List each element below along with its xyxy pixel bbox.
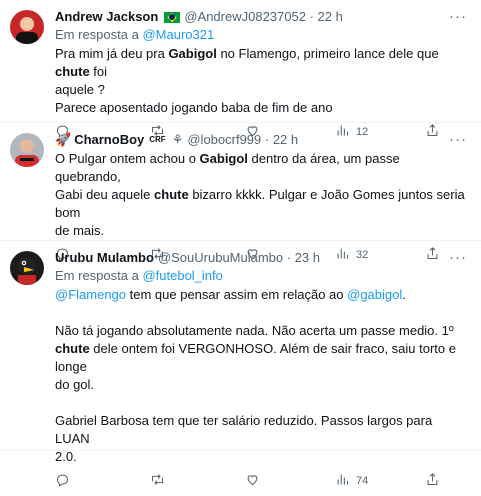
keyword-highlight: Gabigol [199,151,248,166]
share-button[interactable] [425,472,440,490]
tweet-text-line: aquele ? [55,81,469,99]
views-button[interactable]: 74 [335,472,425,490]
text-segment: aquele ? [55,82,105,97]
text-segment: O Pulgar ontem achou o [55,151,200,166]
tweet-actions: 74 [55,466,469,496]
brazil-flag-icon [164,11,181,23]
text-segment: Pra mim já deu pra [55,46,169,61]
share-icon [425,472,440,490]
tweet-header: Urubu Mulambo @SouUrubuMulambo · 23 h [55,249,469,267]
retweet-icon [150,472,165,490]
retweet-button[interactable] [150,472,245,490]
reply-icon [55,472,70,490]
mention-link[interactable]: @gabigol [347,287,402,302]
like-button[interactable] [245,472,335,490]
reply-context: Em resposta a @Mauro321 [55,26,469,44]
text-segment: 2.0. [55,449,77,464]
keyword-highlight: chute [154,187,189,202]
tweet-text-line: Pra mim já deu pra Gabigol no Flamengo, … [55,45,469,81]
tweet-text-line: Gabriel Barbosa tem que ter salário redu… [55,412,469,448]
more-options-icon[interactable]: ··· [449,249,467,266]
tweet-text-line: Parece aposentado jogando baba de fim de… [55,99,469,117]
mention-link[interactable]: @Flamengo [55,287,126,302]
keyword-highlight: chute [55,64,90,79]
tweet-text: O Pulgar ontem achou o Gabigol dentro da… [55,150,469,240]
tweet-text-line: Não tá jogando absolutamente nada. Não a… [55,322,469,340]
handle[interactable]: @AndrewJ08237052 [184,8,306,26]
heart-icon [245,472,260,490]
text-segment: Parece aposentado jogando baba de fim de… [55,100,333,115]
tweet-header: 🚀 CharnoBoy CRF ⚘ @lobocrf999 · 22 h [55,131,469,149]
tweet-text-line [55,394,469,412]
keyword-highlight: chute [55,341,90,356]
more-options-icon[interactable]: ··· [449,8,467,25]
tweet-text: @Flamengo tem que pensar assim em relaçã… [55,286,469,466]
display-name[interactable]: Urubu Mulambo [55,249,154,267]
text-segment: Gabriel Barbosa tem que ter salário redu… [55,413,433,446]
reply-context: Em resposta a @futebol_info [55,267,469,285]
handle[interactable]: @SouUrubuMulambo [158,249,283,267]
timestamp[interactable]: 23 h [295,249,320,267]
text-segment: foi [89,64,108,79]
rocket-icon: 🚀 [55,132,72,147]
text-segment: dele ontem foi VERGONHOSO. Além de sair … [55,341,456,374]
tweet-text: Pra mim já deu pra Gabigol no Flamengo, … [55,45,469,117]
tweet-text-line: @Flamengo tem que pensar assim em relaçã… [55,286,469,304]
tweet[interactable]: 🚀 CharnoBoy CRF ⚘ @lobocrf999 · 22 h ··· O Pu… [0,123,481,261]
tweet-text-line [55,304,469,322]
timestamp[interactable]: 22 h [318,8,343,26]
display-name[interactable]: Andrew Jackson [55,8,158,26]
avatar[interactable] [10,251,44,285]
views-icon [335,472,350,490]
tweet-text-line: de mais. [55,222,469,240]
tweet-text-line: chute dele ontem foi VERGONHOSO. Além de… [55,340,469,376]
tweet[interactable]: Urubu Mulambo @SouUrubuMulambo · 23 h ···… [0,241,481,487]
reply-to-link[interactable]: @Mauro321 [142,27,214,42]
tweet[interactable]: Andrew Jackson @AndrewJ08237052 · 22 h ··… [0,0,481,138]
handle[interactable]: @lobocrf999 [187,131,261,149]
text-segment: no Flamengo, primeiro lance dele que [216,46,439,61]
text-segment: do gol. [55,377,95,392]
reply-to-link[interactable]: @futebol_info [142,268,222,283]
reply-button[interactable] [55,472,150,490]
tweet-feed: Andrew Jackson @AndrewJ08237052 · 22 h ··… [0,0,481,487]
display-name[interactable]: CharnoBoy [74,131,144,149]
separator-dot: · [261,132,273,147]
tweet-text-line: do gol. [55,376,469,394]
separator-dot: · [283,250,295,265]
more-options-icon[interactable]: ··· [449,131,467,148]
team-crest-icon: ⚘ [171,132,184,147]
avatar[interactable] [10,10,44,44]
text-segment: Não tá jogando absolutamente nada. Não a… [55,323,454,338]
separator-dot: · [305,9,318,24]
text-segment: . [402,287,406,302]
reply-prefix: Em resposta a [55,27,139,42]
avatar[interactable] [10,133,44,167]
timestamp[interactable]: 22 h [273,131,298,149]
tweet-text-line: Gabi deu aquele chute bizarro kkkk. Pulg… [55,186,469,222]
keyword-highlight: Gabigol [168,46,217,61]
views-count: 74 [356,475,369,487]
tweet-header: Andrew Jackson @AndrewJ08237052 · 22 h [55,8,469,26]
text-segment: de mais. [55,223,105,238]
name-badge: CRF [149,135,166,144]
text-segment: tem que pensar assim em relação ao [126,287,348,302]
tweet-text-line: O Pulgar ontem achou o Gabigol dentro da… [55,150,469,186]
text-segment: Gabi deu aquele [55,187,155,202]
reply-prefix: Em resposta a [55,268,139,283]
